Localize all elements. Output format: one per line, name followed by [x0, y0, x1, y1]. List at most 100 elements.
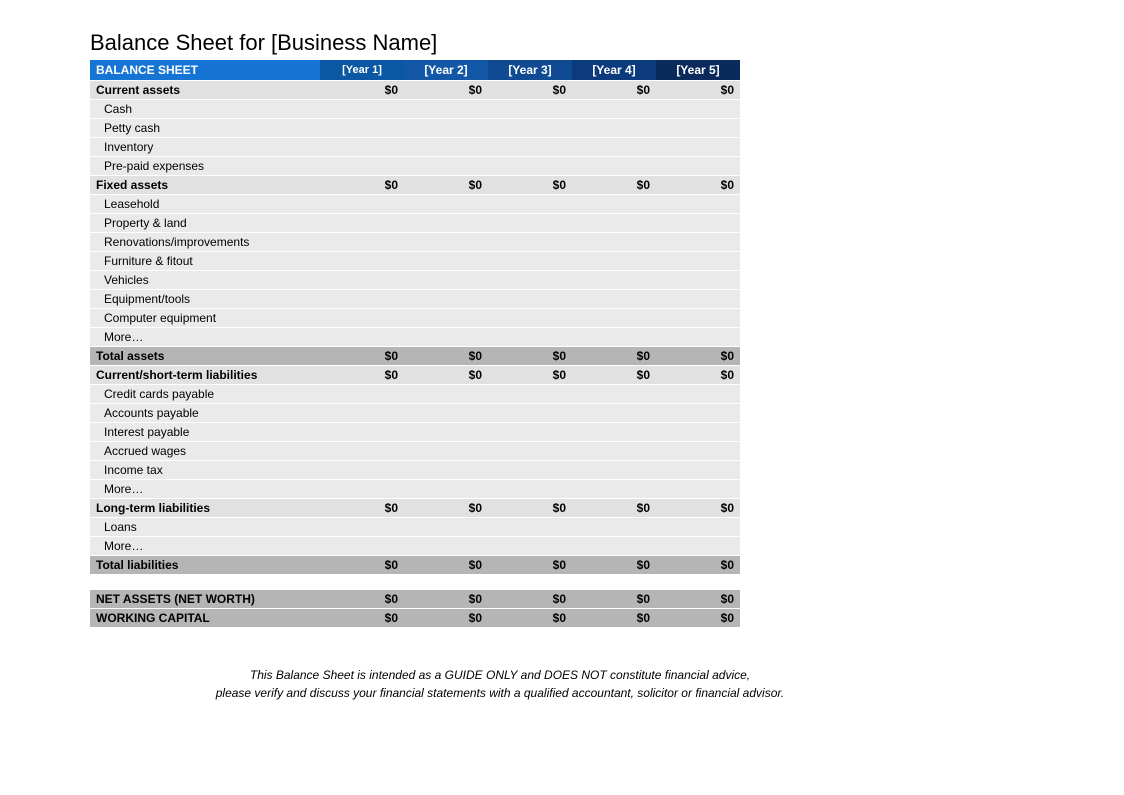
header-year-5: [Year 5] — [656, 60, 740, 80]
cell-value: $0 — [488, 346, 572, 365]
cell-value — [572, 289, 656, 308]
cell-value — [404, 479, 488, 498]
cell-value: $0 — [656, 346, 740, 365]
cell-value — [488, 137, 572, 156]
cell-value — [320, 403, 404, 422]
cell-value — [656, 479, 740, 498]
cell-value — [320, 384, 404, 403]
cell-value — [404, 460, 488, 479]
cell-value — [572, 308, 656, 327]
cell-value: $0 — [488, 498, 572, 517]
table-row: Cash — [90, 99, 740, 118]
table-row: Current/short-term liabilities$0$0$0$0$0 — [90, 365, 740, 384]
cell-value — [656, 574, 740, 590]
cell-value — [488, 403, 572, 422]
cell-value — [404, 118, 488, 137]
cell-value — [488, 574, 572, 590]
row-label: Fixed assets — [90, 175, 320, 194]
row-label: Computer equipment — [90, 308, 320, 327]
row-label: Interest payable — [90, 422, 320, 441]
cell-value — [320, 99, 404, 118]
cell-value: $0 — [656, 80, 740, 99]
cell-value: $0 — [488, 80, 572, 99]
row-label: More… — [90, 479, 320, 498]
table-row: Petty cash — [90, 118, 740, 137]
cell-value — [656, 403, 740, 422]
cell-value: $0 — [572, 80, 656, 99]
table-row: NET ASSETS (NET WORTH)$0$0$0$0$0 — [90, 590, 740, 609]
cell-value: $0 — [572, 498, 656, 517]
cell-value — [320, 327, 404, 346]
table-row: Inventory — [90, 137, 740, 156]
disclaimer-line-2: please verify and discuss your financial… — [216, 686, 785, 700]
cell-value — [404, 232, 488, 251]
cell-value — [404, 441, 488, 460]
cell-value — [404, 517, 488, 536]
cell-value — [656, 422, 740, 441]
cell-value: $0 — [404, 609, 488, 628]
cell-value — [656, 251, 740, 270]
cell-value — [488, 156, 572, 175]
row-label: More… — [90, 536, 320, 555]
cell-value — [404, 251, 488, 270]
cell-value — [320, 422, 404, 441]
cell-value — [404, 422, 488, 441]
table-row: Accrued wages — [90, 441, 740, 460]
cell-value — [320, 479, 404, 498]
cell-value — [320, 194, 404, 213]
cell-value — [572, 156, 656, 175]
header-year-1: [Year 1] — [320, 60, 404, 80]
row-label: Current/short-term liabilities — [90, 365, 320, 384]
cell-value — [404, 99, 488, 118]
cell-value — [656, 289, 740, 308]
cell-value — [488, 251, 572, 270]
cell-value — [488, 460, 572, 479]
cell-value — [572, 403, 656, 422]
table-row: Total liabilities$0$0$0$0$0 — [90, 555, 740, 574]
cell-value: $0 — [404, 498, 488, 517]
cell-value: $0 — [572, 590, 656, 609]
cell-value — [488, 384, 572, 403]
table-row: Pre-paid expenses — [90, 156, 740, 175]
cell-value — [404, 384, 488, 403]
row-label: Loans — [90, 517, 320, 536]
cell-value — [320, 460, 404, 479]
cell-value: $0 — [656, 498, 740, 517]
cell-value — [572, 118, 656, 137]
cell-value — [572, 441, 656, 460]
cell-value — [488, 118, 572, 137]
row-label: Vehicles — [90, 270, 320, 289]
disclaimer: This Balance Sheet is intended as a GUID… — [90, 666, 910, 702]
cell-value: $0 — [320, 346, 404, 365]
cell-value: $0 — [572, 609, 656, 628]
cell-value — [656, 308, 740, 327]
cell-value — [488, 213, 572, 232]
cell-value — [572, 137, 656, 156]
cell-value — [572, 194, 656, 213]
cell-value — [488, 270, 572, 289]
cell-value — [656, 99, 740, 118]
cell-value — [320, 156, 404, 175]
table-row: Fixed assets$0$0$0$0$0 — [90, 175, 740, 194]
cell-value — [320, 517, 404, 536]
cell-value — [656, 232, 740, 251]
cell-value — [488, 232, 572, 251]
table-row: Total assets$0$0$0$0$0 — [90, 346, 740, 365]
table-row: Current assets$0$0$0$0$0 — [90, 80, 740, 99]
cell-value — [488, 479, 572, 498]
cell-value — [320, 308, 404, 327]
cell-value — [488, 194, 572, 213]
cell-value — [320, 536, 404, 555]
cell-value — [320, 118, 404, 137]
cell-value: $0 — [572, 365, 656, 384]
cell-value — [320, 441, 404, 460]
cell-value — [404, 327, 488, 346]
table-row: Interest payable — [90, 422, 740, 441]
cell-value — [656, 327, 740, 346]
row-label: WORKING CAPITAL — [90, 609, 320, 628]
cell-value — [572, 479, 656, 498]
cell-value — [404, 194, 488, 213]
cell-value — [404, 574, 488, 590]
table-row: Accounts payable — [90, 403, 740, 422]
cell-value — [572, 99, 656, 118]
